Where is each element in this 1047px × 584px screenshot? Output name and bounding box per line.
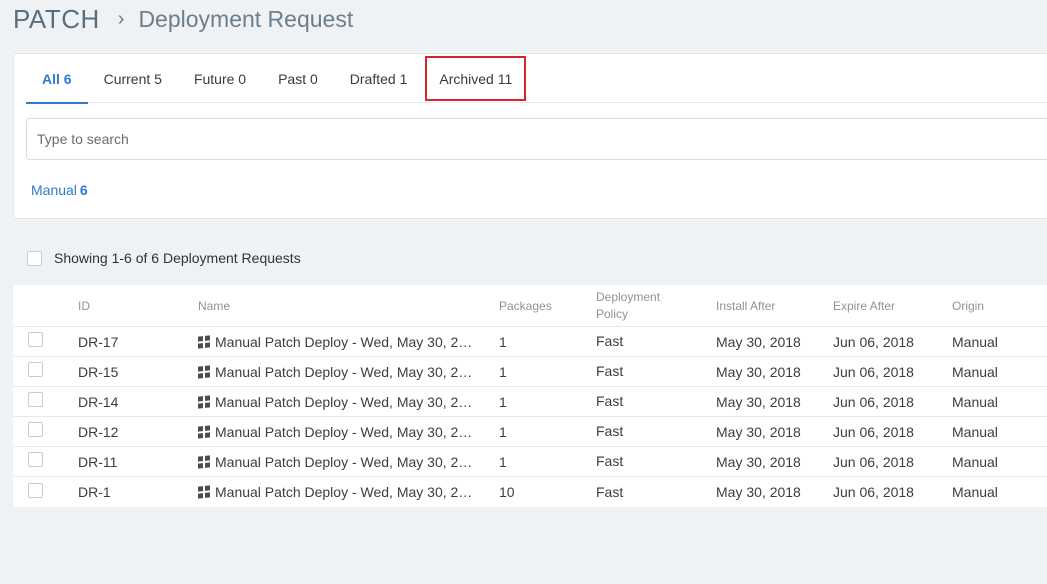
header-expire-after[interactable]: Expire After [833,299,952,313]
table-header: ID Name Packages Deployment Policy Insta… [13,285,1047,327]
page-title: Deployment Request [138,5,354,32]
row-origin: Manual [952,453,998,470]
row-expire-after: Jun 06, 2018 [833,363,914,380]
row-checkbox[interactable] [28,392,43,407]
row-origin: Manual [952,333,998,350]
facet-label: Manual [31,182,77,198]
row-packages: 10 [499,484,515,500]
row-expire-after: Jun 06, 2018 [833,423,914,440]
windows-icon [198,454,210,468]
row-expire-after: Jun 06, 2018 [833,484,914,500]
row-id[interactable]: DR-17 [78,334,198,350]
row-install-after: May 30, 2018 [716,393,801,410]
row-checkbox[interactable] [28,452,43,467]
row-install-after: May 30, 2018 [716,484,801,500]
row-packages: 1 [499,453,507,470]
row-expire-after: Jun 06, 2018 [833,393,914,410]
tab-past[interactable]: Past 0 [262,54,334,103]
row-checkbox[interactable] [28,332,43,347]
row-name[interactable]: Manual Patch Deploy - Wed, May 30, 2… [198,424,499,440]
showing-text: Showing 1-6 of 6 Deployment Requests [54,250,301,266]
row-policy: Fast [596,453,624,469]
windows-icon [198,485,210,499]
row-checkbox[interactable] [28,482,43,498]
row-policy: Fast [596,393,624,409]
search-input[interactable] [26,118,1047,160]
select-all-checkbox[interactable] [27,250,42,266]
deployment-requests-table: ID Name Packages Deployment Policy Insta… [13,285,1047,507]
windows-icon [198,394,210,408]
row-packages: 1 [499,363,507,380]
table-row[interactable]: DR-11 Manual Patch Deploy - Wed, May 30,… [13,447,1047,477]
windows-icon [198,364,210,378]
breadcrumb: PATCH › Deployment Request [13,2,353,36]
row-id[interactable]: DR-11 [78,454,198,470]
header-name[interactable]: Name [198,299,499,313]
filter-card: All 6 Current 5 Future 0 Past 0 Drafted … [13,53,1047,219]
tab-drafted[interactable]: Drafted 1 [334,54,424,103]
header-id[interactable]: ID [78,299,198,313]
facet-count: 6 [79,182,88,198]
row-name[interactable]: Manual Patch Deploy - Wed, May 30, 2… [198,364,499,380]
row-origin: Manual [952,423,998,440]
windows-icon [198,334,210,348]
row-origin: Manual [952,484,998,500]
row-origin: Manual [952,393,998,410]
facet-manual[interactable]: Manual 6 [31,182,88,198]
row-packages: 1 [499,333,507,350]
row-policy: Fast [596,333,624,349]
row-expire-after: Jun 06, 2018 [833,333,914,350]
row-name[interactable]: Manual Patch Deploy - Wed, May 30, 2… [198,394,499,410]
tab-archived[interactable]: Archived 11 [423,54,528,103]
row-install-after: May 30, 2018 [716,333,801,350]
row-policy: Fast [596,363,624,379]
windows-icon [198,424,210,438]
table-row[interactable]: DR-15 Manual Patch Deploy - Wed, May 30,… [13,357,1047,387]
row-origin: Manual [952,363,998,380]
row-expire-after: Jun 06, 2018 [833,453,914,470]
row-name[interactable]: Manual Patch Deploy - Wed, May 30, 2… [198,484,499,500]
header-origin[interactable]: Origin [952,299,1047,313]
row-install-after: May 30, 2018 [716,423,801,440]
deployment-request-page: PATCH › Deployment Request All 6 Current… [0,0,1047,584]
breadcrumb-root[interactable]: PATCH [13,4,100,35]
table-row[interactable]: DR-17 Manual Patch Deploy - Wed, May 30,… [13,327,1047,357]
row-install-after: May 30, 2018 [716,453,801,470]
row-name[interactable]: Manual Patch Deploy - Wed, May 30, 2… [198,454,499,470]
tab-future[interactable]: Future 0 [178,54,262,103]
header-packages[interactable]: Packages [499,299,596,313]
status-tabs: All 6 Current 5 Future 0 Past 0 Drafted … [26,54,1047,104]
row-id[interactable]: DR-12 [78,424,198,440]
header-deployment-policy[interactable]: Deployment Policy [596,289,716,323]
tab-current[interactable]: Current 5 [88,54,178,103]
row-packages: 1 [499,423,507,440]
row-policy: Fast [596,423,624,439]
table-row[interactable]: DR-12 Manual Patch Deploy - Wed, May 30,… [13,417,1047,447]
row-name[interactable]: Manual Patch Deploy - Wed, May 30, 2… [198,334,499,350]
chevron-right-icon: › [117,7,125,30]
row-checkbox[interactable] [28,362,43,377]
table-row[interactable]: DR-14 Manual Patch Deploy - Wed, May 30,… [13,387,1047,417]
row-id[interactable]: DR-14 [78,394,198,410]
tab-all[interactable]: All 6 [26,54,88,104]
results-summary: Showing 1-6 of 6 Deployment Requests [27,250,301,266]
row-packages: 1 [499,393,507,410]
row-checkbox[interactable] [28,422,43,437]
row-install-after: May 30, 2018 [716,363,801,380]
row-policy: Fast [596,483,624,500]
row-id[interactable]: DR-15 [78,364,198,380]
header-install-after[interactable]: Install After [716,299,833,313]
table-row[interactable]: DR-1 Manual Patch Deploy - Wed, May 30, … [13,477,1047,507]
row-id[interactable]: DR-1 [78,484,198,500]
